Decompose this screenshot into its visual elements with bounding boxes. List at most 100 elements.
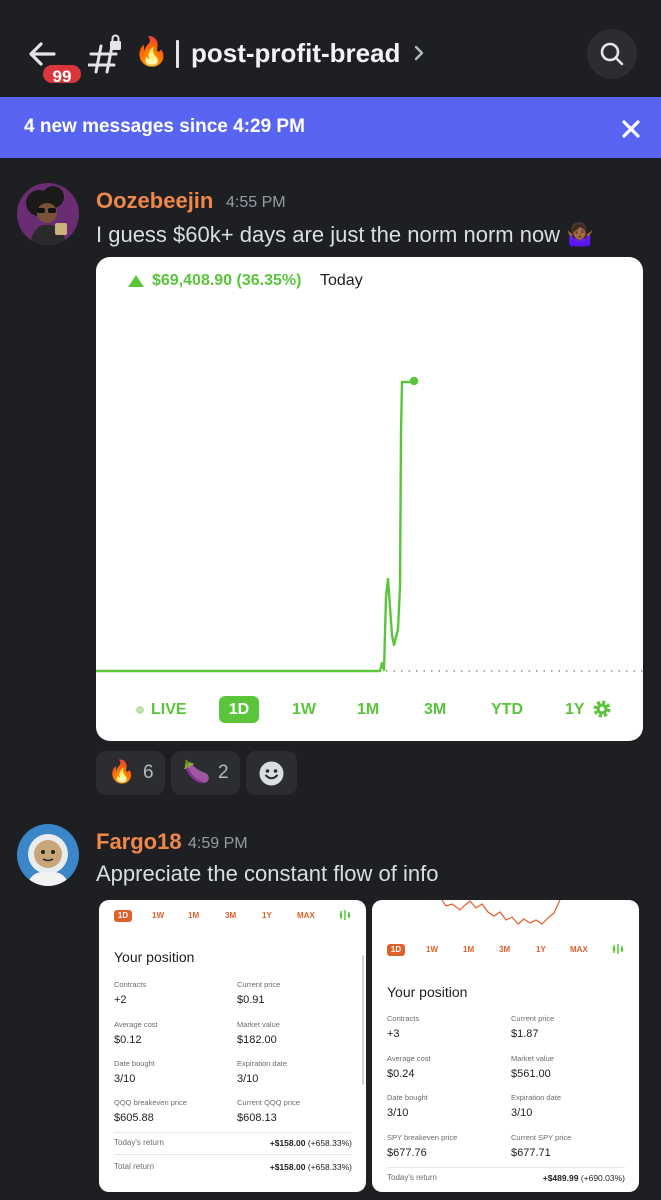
field-value: $605.88 [114,1112,154,1124]
return-pct: (+658.33%) [307,1138,352,1148]
reaction-count: 6 [143,762,154,783]
tab-max[interactable]: MAX [297,910,315,922]
candlestick-icon[interactable] [339,909,351,921]
field-value: 3/10 [511,1107,533,1119]
channel-header: 99 🔥 post-profit-bread [0,0,661,97]
message-text: I guess $60k+ days are just the norm nor… [96,222,594,247]
field-label: SPY breakeven price [387,1133,458,1142]
return-label: Today's return [387,1173,437,1182]
tab-1d[interactable]: 1D [114,910,132,922]
search-icon [600,42,624,66]
field-value: $677.71 [511,1147,551,1159]
channel-emoji: 🔥 [134,36,169,67]
range-1y[interactable]: 1Y [565,699,585,721]
message-text: Appreciate the constant flow of info [96,861,439,886]
field-value: $608.13 [237,1112,277,1124]
field-value: 3/10 [387,1107,409,1119]
field-value: $182.00 [237,1034,277,1046]
tab-1y[interactable]: 1Y [536,944,546,956]
banner-text: 4 new messages since 4:29 PM [24,116,305,137]
field-value: 3/10 [114,1073,136,1085]
locked-hash-icon [88,34,121,74]
field-value: $0.91 [237,994,265,1006]
range-3m[interactable]: 3M [424,699,446,721]
return-label: Total return [114,1162,155,1171]
add-reaction-button[interactable] [246,751,297,795]
tab-1d[interactable]: 1D [387,944,405,956]
field-label: Expiration date [237,1059,288,1068]
smiley-icon [259,761,284,786]
field-label: Contracts [387,1014,420,1023]
field-label: Average cost [114,1020,158,1029]
range-1w[interactable]: 1W [292,699,316,721]
field-value: $0.24 [387,1068,415,1080]
image-attachment[interactable]: $69,408.90 (36.35%) Today LIVE 1D 1W 1M … [96,257,643,741]
divider [387,1167,625,1168]
field-label: Contracts [114,980,147,989]
divider [114,1154,352,1155]
field-value: +2 [114,994,127,1006]
search-button[interactable] [587,29,637,79]
return-amount: +$158.00 [269,1162,306,1172]
tab-max[interactable]: MAX [570,944,588,956]
tab-3m[interactable]: 3M [499,944,510,956]
field-label: Current price [237,980,281,989]
eggplant-icon: 🍆 [183,759,211,784]
position-title: Your position [114,949,195,965]
reaction-fire[interactable]: 🔥 6 [96,751,165,795]
tab-1w[interactable]: 1W [152,910,164,922]
tab-1m[interactable]: 1M [463,944,474,956]
image-attachment[interactable]: 1D 1W 1M 3M 1Y MAX Your position Contrac… [372,900,639,1192]
fire-icon: 🔥 [108,759,136,784]
return-value: +$489.99 (+690.03%) [543,1173,625,1183]
tab-3m[interactable]: 3M [225,910,236,922]
range-ytd[interactable]: YTD [491,699,523,721]
range-1m[interactable]: 1M [357,699,379,721]
username[interactable]: Fargo18 [96,829,182,855]
new-messages-banner[interactable]: 4 new messages since 4:29 PM [0,97,661,158]
field-label: Current SPY price [511,1133,572,1142]
field-value: +3 [387,1028,400,1040]
username[interactable]: Oozebeejin [96,188,213,214]
gear-icon[interactable] [592,699,612,719]
tab-1y[interactable]: 1Y [262,910,272,922]
range-1d[interactable]: 1D [219,696,259,723]
current-value-dot [409,376,419,386]
field-label: QQQ breakeven price [114,1098,187,1107]
field-value: 3/10 [237,1073,259,1085]
gain-amount: $69,408.90 (36.35%) [152,272,302,289]
candlestick-icon[interactable] [612,943,624,955]
scrollbar[interactable] [362,955,364,1085]
price-line [96,380,414,673]
field-label: Current price [511,1014,555,1023]
return-amount: +$158.00 [269,1138,306,1148]
return-value: +$158.00 (+658.33%) [270,1162,352,1172]
field-label: Market value [237,1020,280,1029]
unread-badge: 99 [40,62,84,86]
close-icon[interactable] [620,118,642,140]
avatar[interactable] [17,183,79,245]
field-value: $0.12 [114,1034,142,1046]
price-chart-fragment [441,900,561,925]
field-label: Date bought [387,1093,428,1102]
field-label: Average cost [387,1054,431,1063]
field-value: $677.76 [387,1147,427,1159]
avatar[interactable] [17,824,79,886]
range-live[interactable]: LIVE [151,699,187,721]
portfolio-line-chart [96,376,643,673]
return-pct: (+690.03%) [580,1173,625,1183]
live-dot-icon [136,706,144,714]
tab-1m[interactable]: 1M [188,910,199,922]
reaction-eggplant[interactable]: 🍆 2 [171,751,240,795]
field-value: $561.00 [511,1068,551,1080]
image-attachment[interactable]: 1D 1W 1M 3M 1Y MAX Your position Contrac… [99,900,366,1192]
up-arrow-icon [128,275,144,287]
period-label: Today [320,272,363,289]
position-title: Your position [387,984,468,1000]
timestamp: 4:55 PM [226,194,286,211]
return-value: +$158.00 (+658.33%) [270,1138,352,1148]
timestamp: 4:59 PM [188,835,248,852]
chevron-right-icon[interactable] [412,44,426,62]
channel-name[interactable]: post-profit-bread [191,36,400,70]
tab-1w[interactable]: 1W [426,944,438,956]
